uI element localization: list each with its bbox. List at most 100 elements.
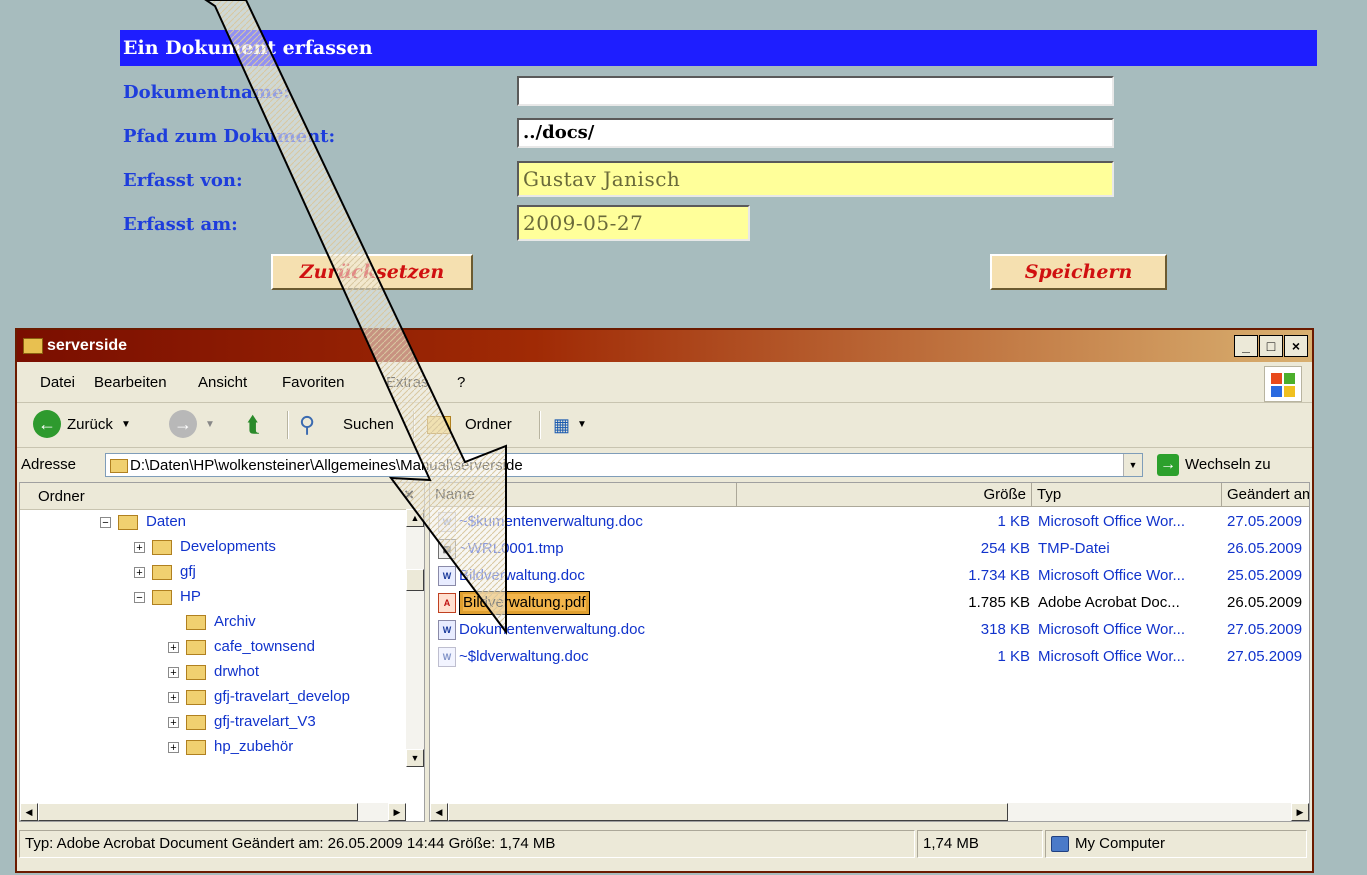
menu-help[interactable]: ? — [457, 374, 465, 391]
file-size: 1.785 KB — [968, 594, 1030, 611]
word-document-icon: W — [438, 647, 456, 667]
recorded-by-input: Gustav Janisch — [517, 161, 1114, 197]
temp-file-icon: ▤ — [438, 539, 456, 559]
document-path-label: Pfad zum Dokument: — [123, 126, 336, 147]
window-titlebar[interactable]: serverside _ □ × — [17, 330, 1312, 362]
menu-edit[interactable]: Bearbeiten — [94, 374, 167, 391]
menu-file[interactable]: Datei — [40, 374, 75, 391]
folders-button[interactable]: Ordner — [465, 409, 512, 441]
scroll-right-icon[interactable]: ▶ — [388, 803, 406, 821]
file-list-pane: Name Größe Typ Geändert am W ~$kumentenv… — [429, 482, 1310, 822]
form-title: Ein Dokument erfassen — [120, 30, 1317, 66]
go-arrow-icon[interactable]: → — [1157, 454, 1179, 476]
toolbar: ← Zurück ▼ → ▼ ⮬ ⚲ Suchen Ordner ▦ ▼ — [17, 403, 1312, 448]
expand-icon[interactable]: + — [168, 692, 179, 704]
search-button[interactable]: Suchen — [343, 409, 394, 441]
tree-item-label: gfj-travelart_develop — [214, 688, 350, 705]
expand-icon[interactable]: + — [168, 742, 179, 754]
view-grid-icon[interactable]: ▦ — [553, 409, 570, 441]
tree-item-label: Daten — [146, 513, 187, 530]
file-size: 1 KB — [997, 513, 1030, 530]
address-dropdown-icon[interactable]: ▼ — [1123, 454, 1142, 476]
status-size: 1,74 MB — [917, 830, 1043, 858]
file-row[interactable]: W Dokumentenverwaltung.doc 318 KB Micros… — [430, 618, 1309, 644]
address-label: Adresse — [21, 456, 77, 473]
status-info: Typ: Adobe Acrobat Document Geändert am:… — [19, 830, 915, 858]
file-row[interactable]: W ~$kumentenverwaltung.doc 1 KB Microsof… — [430, 510, 1309, 536]
tree-item-label: Archiv — [214, 613, 256, 630]
status-bar: Typ: Adobe Acrobat Document Geändert am:… — [17, 824, 1312, 870]
folders-icon[interactable] — [427, 416, 451, 434]
maximize-button[interactable]: □ — [1259, 335, 1283, 357]
scroll-up-icon[interactable]: ▲ — [406, 509, 424, 527]
rename-input[interactable]: Bildverwaltung.pdf — [459, 591, 590, 615]
expand-icon[interactable]: + — [168, 717, 179, 729]
column-header-modified[interactable]: Geändert am — [1222, 483, 1309, 507]
scroll-thumb[interactable] — [38, 803, 358, 821]
column-header-type[interactable]: Typ — [1032, 483, 1222, 507]
folder-pane-hscrollbar[interactable]: ◀ ▶ — [20, 803, 406, 821]
menu-view[interactable]: Ansicht — [198, 374, 247, 391]
expand-icon[interactable]: + — [134, 542, 145, 554]
windows-logo-icon — [1264, 366, 1302, 402]
menu-tools[interactable]: Extras — [386, 374, 429, 391]
expand-icon[interactable]: + — [168, 667, 179, 679]
folder-pane-title: Ordner — [38, 488, 85, 505]
word-document-icon: W — [438, 566, 456, 586]
folder-up-icon[interactable]: ⮬ — [247, 409, 260, 441]
back-button[interactable]: Zurück — [67, 409, 113, 441]
file-row[interactable]: W ~$ldverwaltung.doc 1 KB Microsoft Offi… — [430, 645, 1309, 671]
forward-arrow-icon[interactable]: → — [169, 410, 197, 438]
folder-icon — [152, 590, 172, 605]
menu-favorites[interactable]: Favoriten — [282, 374, 345, 391]
folder-pane-vscrollbar[interactable]: ▲ ▼ — [406, 509, 424, 767]
file-type: TMP-Datei — [1038, 540, 1110, 557]
file-modified: 26.05.2009 — [1227, 594, 1303, 611]
expand-icon[interactable]: + — [134, 567, 145, 579]
tree-item-label: gfj — [180, 563, 196, 580]
file-name: ~$ldverwaltung.doc — [459, 648, 589, 665]
expand-icon[interactable]: + — [168, 642, 179, 654]
file-name: Dokumentenverwaltung.doc — [459, 621, 645, 638]
folder-icon — [186, 715, 206, 730]
reset-button[interactable]: Zurücksetzen — [271, 254, 473, 290]
tree-item-label: gfj-travelart_V3 — [214, 713, 316, 730]
file-row-selected[interactable]: A Bildverwaltung.pdf 1.785 KB Adobe Acro… — [430, 591, 1309, 617]
minimize-button[interactable]: _ — [1234, 335, 1258, 357]
go-button[interactable]: Wechseln zu — [1185, 456, 1271, 473]
column-header-size[interactable]: Größe — [737, 483, 1032, 507]
scroll-down-icon[interactable]: ▼ — [406, 749, 424, 767]
scroll-thumb[interactable] — [448, 803, 1008, 821]
save-button[interactable]: Speichern — [990, 254, 1167, 290]
address-input[interactable]: D:\Daten\HP\wolkensteiner\Allgemeines\Ma… — [105, 453, 1143, 477]
collapse-icon[interactable]: − — [134, 592, 145, 604]
file-size: 1 KB — [997, 648, 1030, 665]
column-header-name[interactable]: Name — [430, 483, 737, 507]
file-name: Bildverwaltung.doc — [459, 567, 585, 584]
recorded-by-label: Erfasst von: — [123, 170, 243, 191]
tree-item-label: Developments — [180, 538, 276, 555]
word-document-icon: W — [438, 512, 456, 532]
back-arrow-icon[interactable]: ← — [33, 410, 61, 438]
scroll-left-icon[interactable]: ◀ — [20, 803, 38, 821]
document-path-input[interactable]: ../docs/ — [517, 118, 1114, 148]
tree-item-label: HP — [180, 588, 201, 605]
file-size: 318 KB — [980, 621, 1030, 638]
folder-pane-close-button[interactable]: × — [404, 485, 414, 505]
scroll-thumb[interactable] — [406, 569, 424, 591]
folder-icon — [186, 740, 206, 755]
scroll-right-icon[interactable]: ▶ — [1291, 803, 1309, 821]
file-list-hscrollbar[interactable]: ◀ ▶ — [430, 803, 1309, 821]
search-icon[interactable]: ⚲ — [299, 409, 315, 441]
scroll-left-icon[interactable]: ◀ — [430, 803, 448, 821]
collapse-icon[interactable]: − — [100, 517, 111, 529]
recorded-on-label: Erfasst am: — [123, 214, 238, 235]
view-dropdown-icon[interactable]: ▼ — [577, 409, 587, 441]
forward-dropdown-icon[interactable]: ▼ — [205, 409, 215, 441]
file-row[interactable]: W Bildverwaltung.doc 1.734 KB Microsoft … — [430, 564, 1309, 590]
file-row[interactable]: ▤ ~WRL0001.tmp 254 KB TMP-Datei 26.05.20… — [430, 537, 1309, 563]
tree-item-label: cafe_townsend — [214, 638, 315, 655]
back-dropdown-icon[interactable]: ▼ — [121, 409, 131, 441]
document-name-input[interactable] — [517, 76, 1114, 106]
close-button[interactable]: × — [1284, 335, 1308, 357]
